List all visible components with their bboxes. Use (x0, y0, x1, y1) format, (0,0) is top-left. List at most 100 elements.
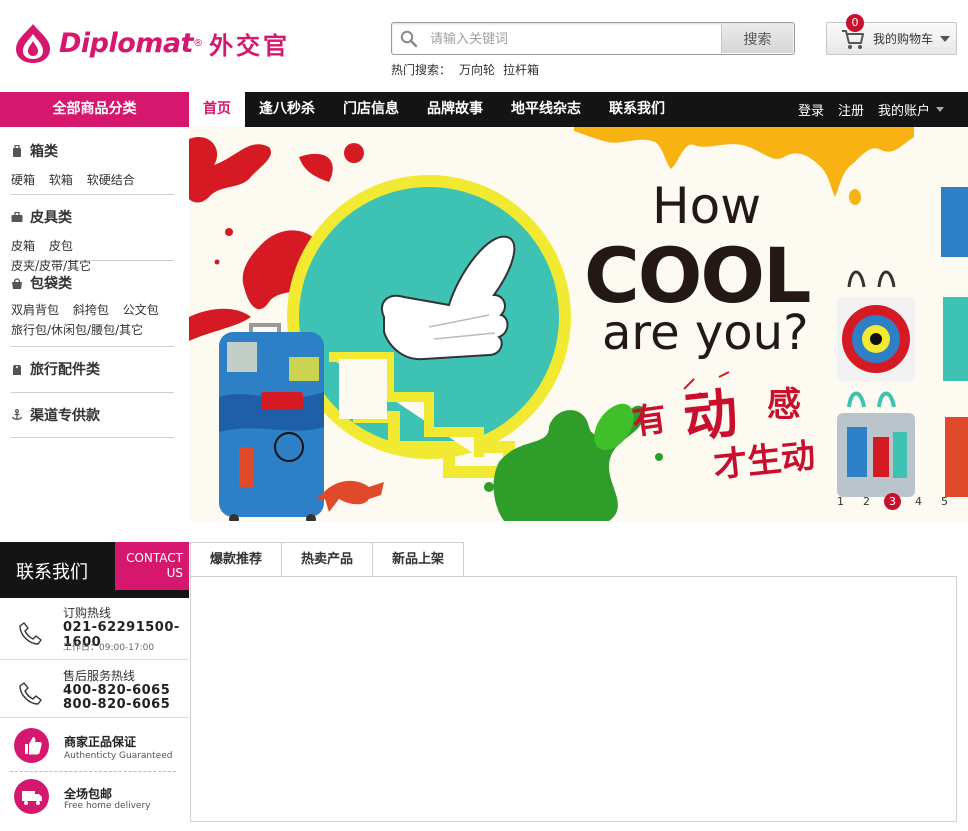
search-input[interactable] (430, 27, 718, 51)
category-title-text: 皮具类 (30, 210, 72, 226)
hot-search-link[interactable]: 万向轮 (459, 61, 495, 78)
all-categories-button[interactable]: 全部商品分类 (0, 92, 189, 127)
shipping-subtitle: Free home delivery (64, 801, 151, 811)
category-link[interactable]: 软硬结合 (87, 173, 135, 187)
phone-icon (19, 622, 42, 645)
category-link[interactable]: 皮包 (49, 239, 73, 253)
banner-pager-dot[interactable]: 1 (832, 493, 849, 510)
order-hotline: 订购热线 021-62291500-1600 工作日：09:00-17:00 (0, 598, 189, 660)
chevron-down-icon (940, 35, 951, 42)
guarantee-title: 商家正品保证 (64, 735, 137, 749)
my-account-link[interactable]: 我的账户 (878, 100, 930, 119)
hot-search-link[interactable]: 拉杆箱 (503, 61, 539, 78)
banner-headline-how: How (652, 177, 762, 235)
nav-item-home[interactable]: 首页 (189, 92, 245, 127)
authenticity-guarantee: 商家正品保证 Authenticty Guaranteed (10, 720, 176, 772)
luggage-tag-icon (13, 365, 21, 375)
nav-item-stores[interactable]: 门店信息 (329, 92, 413, 127)
hot-search: 热门搜索： 万向轮 拉杆箱 (391, 61, 539, 78)
service-hotline-number: 800-820-6065 (63, 697, 171, 712)
nav-item-brand-story[interactable]: 品牌故事 (413, 92, 497, 127)
banner-artwork (189, 127, 968, 521)
category-title[interactable]: 旅行配件类 (11, 359, 174, 379)
cart-label: 我的购物车 (873, 32, 934, 46)
register-link[interactable]: 注册 (838, 100, 864, 119)
service-hotline: 售后服务热线 400-820-6065 800-820-6065 (0, 661, 189, 718)
anchor-icon (11, 409, 23, 420)
banner-cn-slogan-1a: 有 (629, 398, 670, 444)
logo-chinese-name: 外交官 (209, 31, 291, 60)
banner-pager-dot-active[interactable]: 3 (884, 493, 901, 510)
order-hotline-hours: 工作日：09:00-17:00 (63, 643, 155, 653)
category-link[interactable]: 公文包 (123, 303, 159, 317)
chevron-down-icon (936, 107, 944, 112)
category-group-leather: 皮具类 皮箱 皮包 皮夹/皮带/其它 (11, 207, 174, 273)
product-tabs: 爆款推荐 热卖产品 新品上架 (190, 542, 465, 577)
order-hotline-label: 订购热线 (63, 606, 112, 620)
contact-panel: 联系我们 CONTACT US 订购热线 021-62291500-1600 工… (0, 542, 189, 822)
nav-item-magazine[interactable]: 地平线杂志 (497, 92, 595, 127)
category-title-text: 箱类 (30, 144, 58, 160)
shipping-title: 全场包邮 (64, 787, 113, 801)
logo-drop-icon (16, 24, 50, 63)
service-hotline-number: 400-820-6065 (63, 683, 171, 698)
logo-wordmark: Diplomat (59, 27, 194, 59)
tab-best-sellers[interactable]: 爆款推荐 (190, 542, 283, 577)
category-link[interactable]: 硬箱 (11, 173, 35, 187)
bag-icon (12, 278, 22, 289)
nav-item-flash-sale[interactable]: 逢八秒杀 (245, 92, 329, 127)
search-icon (400, 30, 418, 48)
banner-headline-are-you: are you? (602, 305, 809, 361)
free-shipping: 全场包邮 Free home delivery (0, 774, 189, 822)
phone-icon (19, 682, 42, 705)
category-sidebar: 箱类 硬箱 软箱 软硬结合 皮具类 皮箱 皮包 皮夹/皮带/其它 包袋类 双肩背… (0, 127, 189, 521)
category-link[interactable]: 斜挎包 (73, 303, 109, 317)
contact-title: 联系我们 (16, 562, 88, 583)
category-link[interactable]: 皮箱 (11, 239, 35, 253)
contact-en-tag: CONTACT US (115, 542, 189, 590)
banner-pager: 1 2 3 4 5 (832, 493, 953, 510)
category-link[interactable]: 皮夹/皮带/其它 (11, 259, 91, 273)
hot-search-label: 热门搜索： (391, 63, 452, 77)
category-group-accessories: 旅行配件类 (11, 359, 174, 393)
category-links: 双肩背包 斜挎包 公文包 旅行包/休闲包/腰包/其它 (11, 300, 174, 340)
category-links: 硬箱 软箱 软硬结合 (11, 170, 174, 190)
suitcase-icon (13, 145, 21, 157)
site-logo[interactable]: Diplomat ® 外交官 (13, 22, 290, 64)
thumbs-up-icon (25, 737, 42, 755)
tab-hot-products[interactable]: 热卖产品 (281, 542, 374, 577)
category-links: 皮箱 皮包 皮夹/皮带/其它 (11, 236, 174, 276)
contact-en-line: CONTACT (126, 551, 183, 565)
login-link[interactable]: 登录 (798, 100, 824, 119)
banner-cn-slogan-1c: 感 (767, 385, 801, 425)
category-group-bags: 包袋类 双肩背包 斜挎包 公文包 旅行包/休闲包/腰包/其它 (11, 273, 174, 347)
tab-new-arrivals[interactable]: 新品上架 (372, 542, 465, 577)
banner-pager-dot[interactable]: 2 (858, 493, 875, 510)
cart-button[interactable]: 0 我的购物车 (826, 14, 957, 55)
page: Diplomat ® 外交官 搜索 热门搜索： 万向轮 拉杆箱 0 我的购物车 … (0, 0, 968, 831)
category-title[interactable]: 皮具类 (11, 207, 174, 227)
service-hotline-label: 售后服务热线 (63, 669, 136, 683)
category-title[interactable]: 包袋类 (11, 273, 174, 293)
nav-item-contact[interactable]: 联系我们 (595, 92, 679, 127)
category-link[interactable]: 软箱 (49, 173, 73, 187)
category-link[interactable]: 旅行包/休闲包/腰包/其它 (11, 323, 143, 337)
shipping-badge (14, 779, 49, 814)
search-box: 搜索 (391, 22, 795, 55)
contact-header: 联系我们 CONTACT US (0, 542, 189, 598)
category-group-cases: 箱类 硬箱 软箱 软硬结合 (11, 141, 174, 195)
account-links: 登录 注册 我的账户 (798, 92, 944, 127)
search-button[interactable]: 搜索 (721, 24, 793, 53)
main-navbar: 全部商品分类 首页 逢八秒杀 门店信息 品牌故事 地平线杂志 联系我们 登录 注… (0, 92, 968, 127)
hero-banner[interactable]: How COOL are you? 有 动 感 才生动 1 2 3 4 5 (189, 127, 968, 521)
banner-pager-dot[interactable]: 4 (910, 493, 927, 510)
category-group-channel: 渠道专供款 (11, 405, 174, 438)
banner-pager-dot[interactable]: 5 (936, 493, 953, 510)
category-title-text: 旅行配件类 (30, 362, 100, 378)
category-title[interactable]: 渠道专供款 (11, 405, 174, 425)
tab-panel (190, 576, 957, 822)
category-link[interactable]: 双肩背包 (11, 303, 59, 317)
briefcase-icon (11, 211, 23, 222)
delivery-truck-icon (22, 791, 42, 805)
category-title[interactable]: 箱类 (11, 141, 174, 161)
